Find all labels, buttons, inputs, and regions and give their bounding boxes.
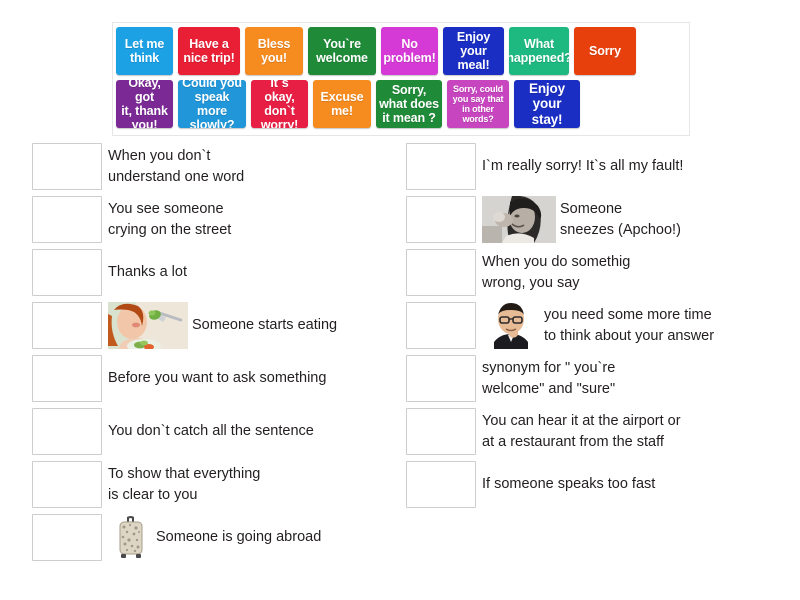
- answer-row-text: You don`t catch all the sentence: [108, 423, 314, 440]
- answer-row-text: Someone sneezes (Apchoo!): [560, 200, 681, 238]
- answer-row-text: When you do somethig wrong, you say: [482, 253, 631, 291]
- answer-row-text: If someone speaks too fast: [482, 476, 656, 493]
- answer-tile[interactable]: Have a nice trip!: [178, 27, 240, 75]
- answer-tile[interactable]: You`re welcome: [308, 27, 376, 75]
- answer-tile[interactable]: No problem!: [381, 27, 438, 75]
- answer-row: Someone is going abroad: [32, 514, 400, 561]
- answer-row: To show that everything is clear to you: [32, 461, 400, 508]
- answer-row: When you don`t understand one word: [32, 143, 400, 190]
- answer-row-text: You see someone crying on the street: [108, 200, 232, 238]
- left-dropzone[interactable]: [32, 196, 102, 243]
- answer-row-body: You don`t catch all the sentence: [108, 421, 314, 442]
- left-dropzone[interactable]: [32, 461, 102, 508]
- answer-row: You see someone crying on the street: [32, 196, 400, 243]
- answer-tile[interactable]: Sorry, could you say that in other words…: [447, 80, 509, 128]
- woman-eating-salad-photo: [108, 302, 188, 349]
- answer-row: I`m really sorry! It`s all my fault!: [406, 143, 800, 190]
- answer-row-body: Thanks a lot: [108, 262, 187, 283]
- answer-row: You can hear it at the airport or at a r…: [406, 408, 800, 455]
- answer-row-body: When you do somethig wrong, you say: [482, 252, 630, 293]
- answer-columns: When you don`t understand one word You se…: [0, 143, 800, 567]
- answer-row-text: Someone starts eating: [192, 317, 338, 334]
- left-dropzone[interactable]: [32, 249, 102, 296]
- woman-sneezing-photo: [482, 196, 556, 243]
- answer-tile[interactable]: What happened?: [509, 27, 569, 75]
- answer-row-body: Someone is going abroad: [108, 514, 321, 561]
- right-dropzone[interactable]: [406, 355, 476, 402]
- left-dropzone[interactable]: [32, 355, 102, 402]
- answer-row-text: you need some more time to think about y…: [544, 306, 715, 344]
- answer-row-body: If someone speaks too fast: [482, 474, 655, 495]
- answer-row-text: I`m really sorry! It`s all my fault!: [482, 158, 684, 175]
- answer-row: synonym for " you`re welcome" and "sure": [406, 355, 800, 402]
- answer-row: Thanks a lot: [32, 249, 400, 296]
- answer-row: You don`t catch all the sentence: [32, 408, 400, 455]
- man-thinking-photo: [482, 302, 540, 349]
- answer-tile[interactable]: Sorry: [574, 27, 636, 75]
- right-dropzone[interactable]: [406, 302, 476, 349]
- left-dropzone[interactable]: [32, 514, 102, 561]
- tile-bank: Let me think Have a nice trip! Bless you! Y…: [112, 22, 690, 136]
- right-dropzone[interactable]: [406, 249, 476, 296]
- answer-row-text: Before you want to ask something: [108, 370, 327, 387]
- answer-tile[interactable]: Sorry, what does it mean ?: [376, 80, 442, 128]
- answer-tile[interactable]: Okay, got it, thank you!: [116, 80, 173, 128]
- answer-row-body: Before you want to ask something: [108, 368, 326, 389]
- answer-tile[interactable]: Let me think: [116, 27, 173, 75]
- suitcase-photo: [108, 514, 152, 561]
- answer-row-text: When you don`t understand one word: [108, 147, 245, 185]
- answer-row-text: Someone is going abroad: [156, 529, 322, 546]
- answer-row-body: Someone starts eating: [108, 302, 337, 349]
- answer-row-body: To show that everything is clear to you: [108, 464, 260, 505]
- tile-row: Okay, got it, thank you! Could you speak …: [116, 80, 686, 128]
- answer-row: When you do somethig wrong, you say: [406, 249, 800, 296]
- answer-row: Someone sneezes (Apchoo!): [406, 196, 800, 243]
- answer-row-body: you need some more time to think about y…: [482, 302, 714, 349]
- answer-row-text: You can hear it at the airport or at a r…: [482, 412, 681, 450]
- answer-row-body: You see someone crying on the street: [108, 199, 231, 240]
- left-dropzone[interactable]: [32, 302, 102, 349]
- right-answer-column: I`m really sorry! It`s all my fault! Som…: [400, 143, 800, 567]
- answer-row: you need some more time to think about y…: [406, 302, 800, 349]
- tile-row: Let me think Have a nice trip! Bless you! Y…: [116, 27, 686, 75]
- answer-row: If someone speaks too fast: [406, 461, 800, 508]
- answer-row-text: Thanks a lot: [108, 264, 187, 281]
- right-dropzone[interactable]: [406, 408, 476, 455]
- right-dropzone[interactable]: [406, 196, 476, 243]
- answer-tile[interactable]: Bless you!: [245, 27, 303, 75]
- answer-row-body: I`m really sorry! It`s all my fault!: [482, 156, 683, 177]
- answer-row-text: To show that everything is clear to you: [108, 465, 261, 503]
- right-dropzone[interactable]: [406, 143, 476, 190]
- answer-row-body: synonym for " you`re welcome" and "sure": [482, 358, 615, 399]
- answer-tile[interactable]: Enjoy your meal!: [443, 27, 504, 75]
- left-answer-column: When you don`t understand one word You se…: [0, 143, 400, 567]
- answer-tile[interactable]: Could you speak more slowly?: [178, 80, 246, 128]
- answer-row: Before you want to ask something: [32, 355, 400, 402]
- answer-tile[interactable]: It`s okay, don`t worry!: [251, 80, 308, 128]
- right-dropzone[interactable]: [406, 461, 476, 508]
- answer-tile[interactable]: Excuse me!: [313, 80, 371, 128]
- left-dropzone[interactable]: [32, 143, 102, 190]
- answer-tile[interactable]: Enjoy your stay!: [514, 80, 580, 128]
- answer-row: Someone starts eating: [32, 302, 400, 349]
- answer-row-body: When you don`t understand one word: [108, 146, 244, 187]
- left-dropzone[interactable]: [32, 408, 102, 455]
- answer-row-body: Someone sneezes (Apchoo!): [482, 196, 681, 243]
- answer-row-body: You can hear it at the airport or at a r…: [482, 411, 681, 452]
- answer-row-text: synonym for " you`re welcome" and "sure": [482, 359, 616, 397]
- activity-page: Let me think Have a nice trip! Bless you! Y…: [0, 0, 800, 600]
